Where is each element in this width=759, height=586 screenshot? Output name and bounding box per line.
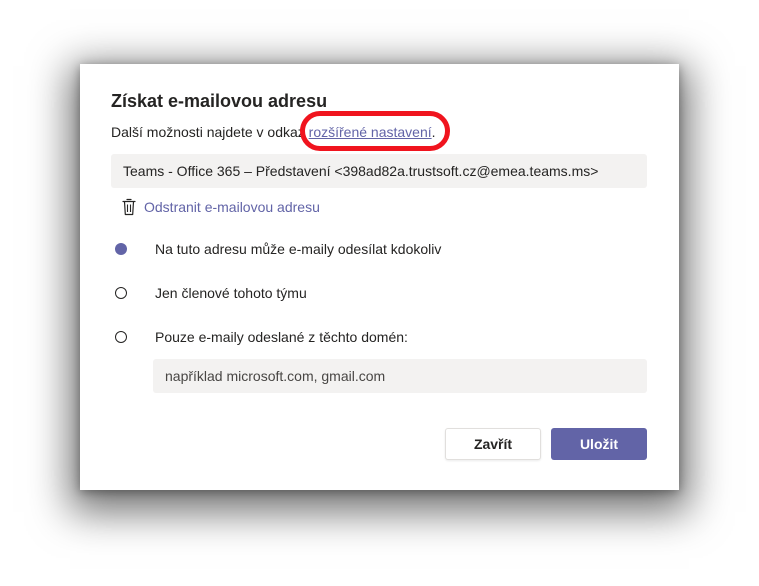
get-email-dialog: Získat e-mailovou adresu Další možnosti … xyxy=(80,64,679,490)
domain-input[interactable] xyxy=(153,359,647,393)
close-button[interactable]: Zavřít xyxy=(445,428,541,460)
email-address-field[interactable]: Teams - Office 365 – Představení <398ad8… xyxy=(111,154,647,188)
option-domains-label: Pouze e-maily odeslané z těchto domén: xyxy=(155,329,408,345)
option-anyone-label: Na tuto adresu může e-maily odesílat kdo… xyxy=(155,241,442,257)
advanced-settings-link[interactable]: rozšířené nastavení xyxy=(309,124,432,140)
option-team-members[interactable]: Jen členové tohoto týmu xyxy=(115,285,307,301)
option-team-members-label: Jen členové tohoto týmu xyxy=(155,285,307,301)
trash-icon xyxy=(122,198,136,216)
hint-text: Další možnosti najdete v odkaz xyxy=(111,124,305,140)
radio-icon[interactable] xyxy=(115,287,127,299)
advanced-settings-hint: Další možnosti najdete v odkaz rozšířené… xyxy=(111,124,436,140)
remove-email-button[interactable]: Odstranit e-mailovou adresu xyxy=(122,198,320,216)
hint-suffix: . xyxy=(431,124,436,140)
option-domains[interactable]: Pouze e-maily odeslané z těchto domén: xyxy=(115,329,408,345)
option-anyone[interactable]: Na tuto adresu může e-maily odesílat kdo… xyxy=(115,241,441,257)
radio-icon[interactable] xyxy=(115,331,127,343)
radio-icon[interactable] xyxy=(115,243,127,255)
remove-email-label: Odstranit e-mailovou adresu xyxy=(144,199,320,215)
dialog-title: Získat e-mailovou adresu xyxy=(111,91,328,111)
save-button[interactable]: Uložit xyxy=(551,428,647,460)
